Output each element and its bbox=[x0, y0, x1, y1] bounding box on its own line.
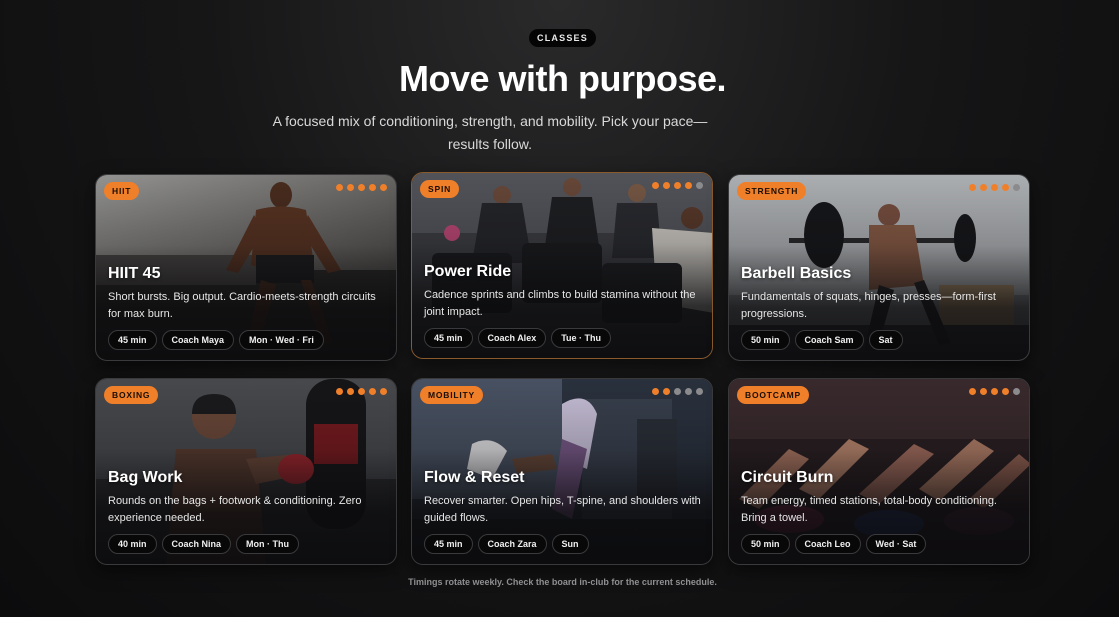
intensity-dot bbox=[1013, 388, 1020, 395]
class-title: Barbell Basics bbox=[741, 265, 852, 282]
class-tag-badge: BOOTCAMP bbox=[737, 386, 809, 404]
intensity-dot bbox=[1002, 388, 1009, 395]
class-tag-badge: MOBILITY bbox=[420, 386, 484, 404]
intensity-dot bbox=[369, 388, 376, 395]
class-card-mobility[interactable]: MOBILITY Flow & Reset Recover smarter. O… bbox=[411, 378, 713, 565]
class-meta-chips: 45 min Coach Zara Sun bbox=[424, 534, 589, 554]
class-title: Flow & Reset bbox=[424, 469, 525, 486]
days-chip: Sun bbox=[551, 534, 589, 554]
class-description: Recover smarter. Open hips, T-spine, and… bbox=[424, 495, 701, 524]
class-meta-chips: 45 min Coach Maya Mon · Wed · Fri bbox=[108, 330, 324, 350]
class-title: HIIT 45 bbox=[108, 265, 161, 282]
class-tag-badge: HIIT bbox=[104, 182, 140, 200]
intensity-dot bbox=[980, 184, 987, 191]
duration-chip: 50 min bbox=[741, 534, 790, 554]
class-tag-badge: SPIN bbox=[420, 180, 460, 198]
class-title: Power Ride bbox=[424, 263, 512, 280]
intensity-dot bbox=[652, 388, 659, 395]
intensity-dot bbox=[1013, 184, 1020, 191]
class-description: Fundamentals of squats, hinges, presses—… bbox=[741, 291, 996, 320]
class-card-boxing[interactable]: BOXING Bag Work Rounds on the bags + foo… bbox=[95, 378, 397, 565]
intensity-dot bbox=[347, 388, 354, 395]
intensity-dot bbox=[991, 388, 998, 395]
intensity-dot bbox=[1002, 184, 1009, 191]
intensity-dot bbox=[347, 184, 354, 191]
intensity-dots bbox=[336, 388, 387, 395]
days-chip: Wed · Sat bbox=[865, 534, 927, 554]
days-chip: Mon · Thu bbox=[236, 534, 300, 554]
intensity-dot bbox=[685, 182, 692, 189]
class-meta-chips: 50 min Coach Leo Wed · Sat bbox=[741, 534, 927, 554]
class-card-strength[interactable]: STRENGTH Barbell Basics Fundamentals of … bbox=[728, 174, 1030, 361]
intensity-dot bbox=[663, 388, 670, 395]
intensity-dot bbox=[969, 184, 976, 191]
intensity-dots bbox=[969, 388, 1020, 395]
page-title: Move with purpose. bbox=[398, 58, 727, 99]
duration-chip: 45 min bbox=[424, 534, 473, 554]
intensity-dot bbox=[969, 388, 976, 395]
intensity-dot bbox=[380, 184, 387, 191]
duration-chip: 45 min bbox=[108, 330, 157, 350]
intensity-dot bbox=[685, 388, 692, 395]
intensity-dot bbox=[991, 184, 998, 191]
duration-chip: 40 min bbox=[108, 534, 157, 554]
class-tag-badge: BOXING bbox=[104, 386, 159, 404]
coach-chip: Coach Zara bbox=[477, 534, 547, 554]
intensity-dot bbox=[980, 388, 987, 395]
intensity-dot bbox=[674, 182, 681, 189]
class-description: Cadence sprints and climbs to build stam… bbox=[424, 289, 696, 318]
class-description: Team energy, timed stations, total-body … bbox=[741, 495, 997, 524]
section-eyebrow: CLASSES bbox=[529, 29, 596, 47]
intensity-dots bbox=[969, 184, 1020, 191]
class-tag-badge: STRENGTH bbox=[737, 182, 807, 200]
intensity-dot bbox=[336, 184, 343, 191]
class-card-bootcamp[interactable]: BOOTCAMP Circuit Burn Team energy, timed… bbox=[728, 378, 1030, 565]
coach-chip: Coach Sam bbox=[794, 330, 864, 350]
class-description: Short bursts. Big output. Cardio-meets-s… bbox=[108, 291, 376, 320]
class-title: Circuit Burn bbox=[741, 469, 834, 486]
class-meta-chips: 45 min Coach Alex Tue · Thu bbox=[424, 328, 612, 348]
intensity-dot bbox=[674, 388, 681, 395]
class-meta-chips: 50 min Coach Sam Sat bbox=[741, 330, 903, 350]
coach-chip: Coach Leo bbox=[794, 534, 861, 554]
intensity-dot bbox=[358, 184, 365, 191]
class-card-spin[interactable]: SPIN Power Ride Cadence sprints and clim… bbox=[411, 172, 713, 359]
intensity-dot bbox=[652, 182, 659, 189]
class-title: Bag Work bbox=[108, 469, 183, 486]
days-chip: Sat bbox=[868, 330, 903, 350]
intensity-dots bbox=[652, 388, 703, 395]
class-meta-chips: 40 min Coach Nina Mon · Thu bbox=[108, 534, 300, 554]
intensity-dots bbox=[652, 182, 703, 189]
coach-chip: Coach Alex bbox=[477, 328, 547, 348]
intensity-dot bbox=[336, 388, 343, 395]
intensity-dot bbox=[696, 182, 703, 189]
intensity-dot bbox=[663, 182, 670, 189]
coach-chip: Coach Nina bbox=[161, 534, 232, 554]
days-chip: Tue · Thu bbox=[551, 328, 612, 348]
intensity-dot bbox=[380, 388, 387, 395]
days-chip: Mon · Wed · Fri bbox=[239, 330, 324, 350]
duration-chip: 50 min bbox=[741, 330, 790, 350]
intensity-dots bbox=[336, 184, 387, 191]
page-subtitle: A focused mix of conditioning, strength,… bbox=[272, 113, 708, 152]
schedule-footnote: Timings rotate weekly. Check the board i… bbox=[408, 577, 717, 587]
intensity-dot bbox=[369, 184, 376, 191]
classes-page: CLASSES Move with purpose. A focused mix… bbox=[0, 0, 1119, 617]
intensity-dot bbox=[358, 388, 365, 395]
class-card-hiit[interactable]: HIIT HIIT 45 Short bursts. Big output. C… bbox=[95, 174, 397, 361]
intensity-dot bbox=[696, 388, 703, 395]
coach-chip: Coach Maya bbox=[161, 330, 235, 350]
class-description: Rounds on the bags + footwork & conditio… bbox=[108, 495, 362, 524]
duration-chip: 45 min bbox=[424, 328, 473, 348]
